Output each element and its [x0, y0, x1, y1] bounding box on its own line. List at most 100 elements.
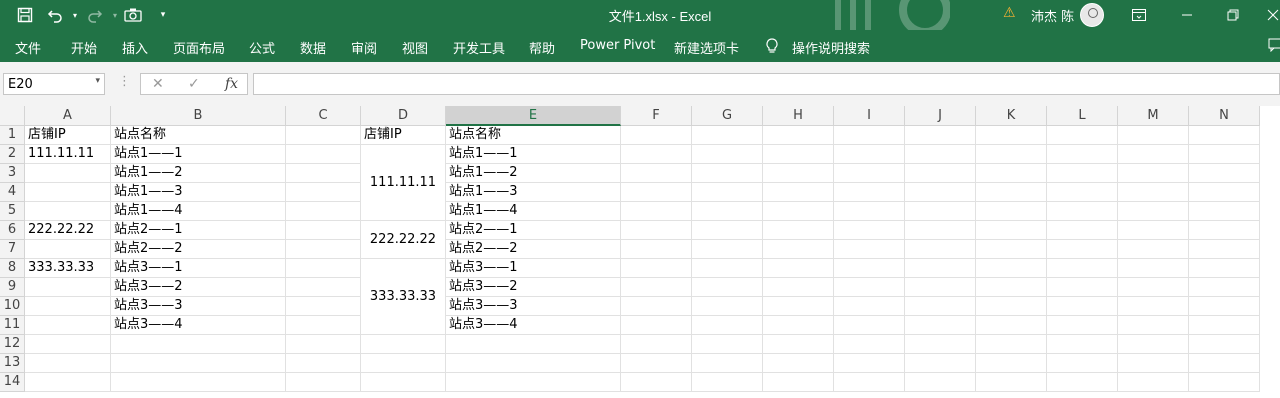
name-box[interactable]: E20 ▾ — [3, 73, 105, 95]
cell-h11[interactable] — [763, 316, 834, 335]
tab-home[interactable]: 开始 — [71, 38, 97, 57]
cell-g11[interactable] — [692, 316, 763, 335]
cell-f11[interactable] — [621, 316, 692, 335]
cell-n6[interactable] — [1189, 221, 1260, 240]
cell-m2[interactable] — [1118, 145, 1189, 164]
lightbulb-icon[interactable] — [765, 38, 779, 58]
cell-c8[interactable] — [286, 259, 361, 278]
cell-f7[interactable] — [621, 240, 692, 259]
cell-b6[interactable]: 站点2——1 — [111, 221, 286, 240]
cell-a7[interactable] — [25, 240, 111, 259]
cell-k2[interactable] — [976, 145, 1047, 164]
cell-j4[interactable] — [905, 183, 976, 202]
cell-m12[interactable] — [1118, 335, 1189, 354]
cell-j13[interactable] — [905, 354, 976, 373]
row-header-6[interactable]: 6 — [0, 221, 25, 240]
cell-n4[interactable] — [1189, 183, 1260, 202]
cell-j11[interactable] — [905, 316, 976, 335]
row-header-3[interactable]: 3 — [0, 164, 25, 183]
cell-a1[interactable]: 店铺IP — [25, 126, 111, 145]
tab-formulas[interactable]: 公式 — [249, 38, 275, 57]
cell-a12[interactable] — [25, 335, 111, 354]
cell-k12[interactable] — [976, 335, 1047, 354]
cell-b4[interactable]: 站点1——3 — [111, 183, 286, 202]
cell-h3[interactable] — [763, 164, 834, 183]
cell-m9[interactable] — [1118, 278, 1189, 297]
cell-a6[interactable]: 222.22.22 — [25, 221, 111, 240]
cell-g10[interactable] — [692, 297, 763, 316]
cell-n12[interactable] — [1189, 335, 1260, 354]
cell-g1[interactable] — [692, 126, 763, 145]
cell-e6[interactable]: 站点2——1 — [446, 221, 621, 240]
row-header-11[interactable]: 11 — [0, 316, 25, 335]
row-header-14[interactable]: 14 — [0, 373, 25, 392]
column-header-d[interactable]: D — [361, 106, 446, 126]
merged-cell-d6-d7[interactable]: 222.22.22 — [361, 221, 446, 259]
cell-c3[interactable] — [286, 164, 361, 183]
cell-l13[interactable] — [1047, 354, 1118, 373]
cell-f6[interactable] — [621, 221, 692, 240]
cell-h8[interactable] — [763, 259, 834, 278]
cell-k8[interactable] — [976, 259, 1047, 278]
column-header-a[interactable]: A — [25, 106, 111, 126]
row-header-12[interactable]: 12 — [0, 335, 25, 354]
cell-h6[interactable] — [763, 221, 834, 240]
cell-l10[interactable] — [1047, 297, 1118, 316]
cell-b3[interactable]: 站点1——2 — [111, 164, 286, 183]
cell-l9[interactable] — [1047, 278, 1118, 297]
cell-k4[interactable] — [976, 183, 1047, 202]
cell-k3[interactable] — [976, 164, 1047, 183]
column-header-m[interactable]: M — [1118, 106, 1189, 126]
row-header-2[interactable]: 2 — [0, 145, 25, 164]
cell-d13[interactable] — [361, 354, 446, 373]
cell-b7[interactable]: 站点2——2 — [111, 240, 286, 259]
cell-b8[interactable]: 站点3——1 — [111, 259, 286, 278]
cell-l11[interactable] — [1047, 316, 1118, 335]
row-header-8[interactable]: 8 — [0, 259, 25, 278]
cell-b10[interactable]: 站点3——3 — [111, 297, 286, 316]
cell-c13[interactable] — [286, 354, 361, 373]
cell-d12[interactable] — [361, 335, 446, 354]
cell-h12[interactable] — [763, 335, 834, 354]
cell-n1[interactable] — [1189, 126, 1260, 145]
cell-e12[interactable] — [446, 335, 621, 354]
tab-help[interactable]: 帮助 — [529, 38, 555, 57]
restore-icon[interactable] — [1222, 4, 1244, 26]
cell-e5[interactable]: 站点1——4 — [446, 202, 621, 221]
cell-g7[interactable] — [692, 240, 763, 259]
cell-j5[interactable] — [905, 202, 976, 221]
cell-g8[interactable] — [692, 259, 763, 278]
cell-m11[interactable] — [1118, 316, 1189, 335]
cell-b11[interactable]: 站点3——4 — [111, 316, 286, 335]
cell-f5[interactable] — [621, 202, 692, 221]
cell-k7[interactable] — [976, 240, 1047, 259]
column-header-e[interactable]: E — [446, 106, 621, 126]
cell-j1[interactable] — [905, 126, 976, 145]
ribbon-display-icon[interactable] — [1128, 4, 1150, 26]
cell-l1[interactable] — [1047, 126, 1118, 145]
column-header-g[interactable]: G — [692, 106, 763, 126]
tab-power-pivot[interactable]: Power Pivot — [580, 38, 655, 53]
cell-h4[interactable] — [763, 183, 834, 202]
cell-n3[interactable] — [1189, 164, 1260, 183]
minimize-icon[interactable] — [1176, 4, 1198, 26]
column-header-l[interactable]: L — [1047, 106, 1118, 126]
cancel-icon[interactable]: ✕ — [152, 76, 164, 92]
cell-g2[interactable] — [692, 145, 763, 164]
cell-k9[interactable] — [976, 278, 1047, 297]
cell-g6[interactable] — [692, 221, 763, 240]
cell-a13[interactable] — [25, 354, 111, 373]
cell-e3[interactable]: 站点1——2 — [446, 164, 621, 183]
cell-b9[interactable]: 站点3——2 — [111, 278, 286, 297]
cell-i14[interactable] — [834, 373, 905, 392]
cell-h14[interactable] — [763, 373, 834, 392]
cell-m1[interactable] — [1118, 126, 1189, 145]
cell-l5[interactable] — [1047, 202, 1118, 221]
select-all-corner[interactable] — [0, 106, 25, 126]
cell-i5[interactable] — [834, 202, 905, 221]
cell-m14[interactable] — [1118, 373, 1189, 392]
cell-e9[interactable]: 站点3——2 — [446, 278, 621, 297]
cell-j7[interactable] — [905, 240, 976, 259]
cell-e14[interactable] — [446, 373, 621, 392]
cell-j2[interactable] — [905, 145, 976, 164]
